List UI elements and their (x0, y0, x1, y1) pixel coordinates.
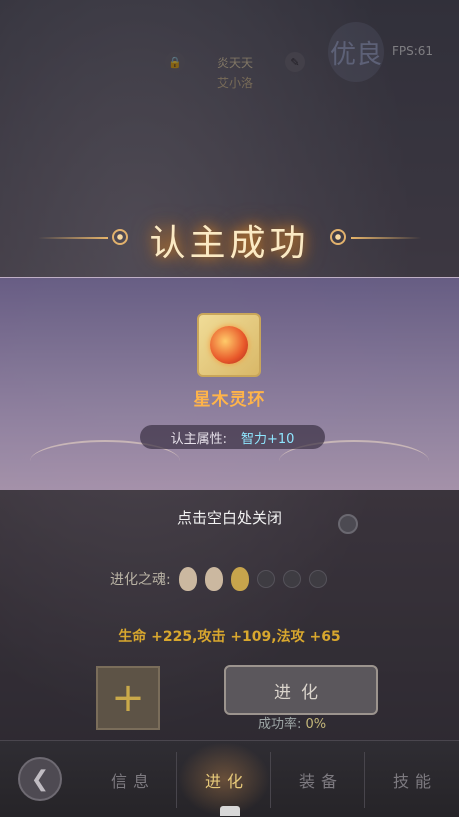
soul-empty-slot (282, 570, 301, 588)
tab-equipment[interactable]: 装备 (286, 768, 356, 792)
tab-divider (364, 752, 365, 808)
tab-divider (270, 752, 271, 808)
tab-info[interactable]: 信息 (98, 768, 168, 792)
soul-label: 进化之魂: (110, 572, 171, 588)
tab-skills[interactable]: 技能 (380, 768, 450, 792)
evolution-soul-row: 进化之魂: (110, 567, 327, 591)
tab-divider (176, 752, 177, 808)
rate-value: 0% (305, 717, 327, 732)
success-title-text: 认主成功 (149, 223, 310, 264)
success-title: 认主成功 (0, 205, 459, 275)
rate-label: 成功率: (258, 717, 302, 732)
soul-gourd-icon (204, 567, 223, 591)
attribute-value: 智力+10 (240, 431, 295, 447)
evolution-stats: 生命 +225,攻击 +109,法攻 +65 (118, 629, 341, 645)
success-rate: 成功率: 0% (258, 713, 326, 732)
title-ornament-dot (330, 229, 346, 245)
spirit-ring-icon (210, 326, 248, 364)
reward-item-icon[interactable] (197, 313, 261, 377)
close-hint[interactable]: 点击空白处关闭 (0, 507, 459, 528)
soul-empty-slot (308, 570, 327, 588)
attribute-bar: 认主属性: 智力+10 (140, 425, 325, 449)
tab-evolve[interactable]: 进化 (192, 768, 262, 792)
pull-up-handle[interactable] (220, 806, 240, 816)
reward-item-name: 星木灵环 (193, 390, 266, 410)
back-arrow-icon[interactable]: ❮ (18, 757, 62, 801)
add-material-button[interactable]: + (96, 666, 160, 730)
title-ornament-line (351, 237, 421, 239)
soul-empty-slot (256, 570, 275, 588)
attribute-label: 认主属性: (170, 431, 227, 447)
soul-gourd-icon (178, 567, 197, 591)
soul-gourd-icon (230, 567, 249, 591)
evolve-button[interactable]: 进化 (224, 665, 378, 715)
